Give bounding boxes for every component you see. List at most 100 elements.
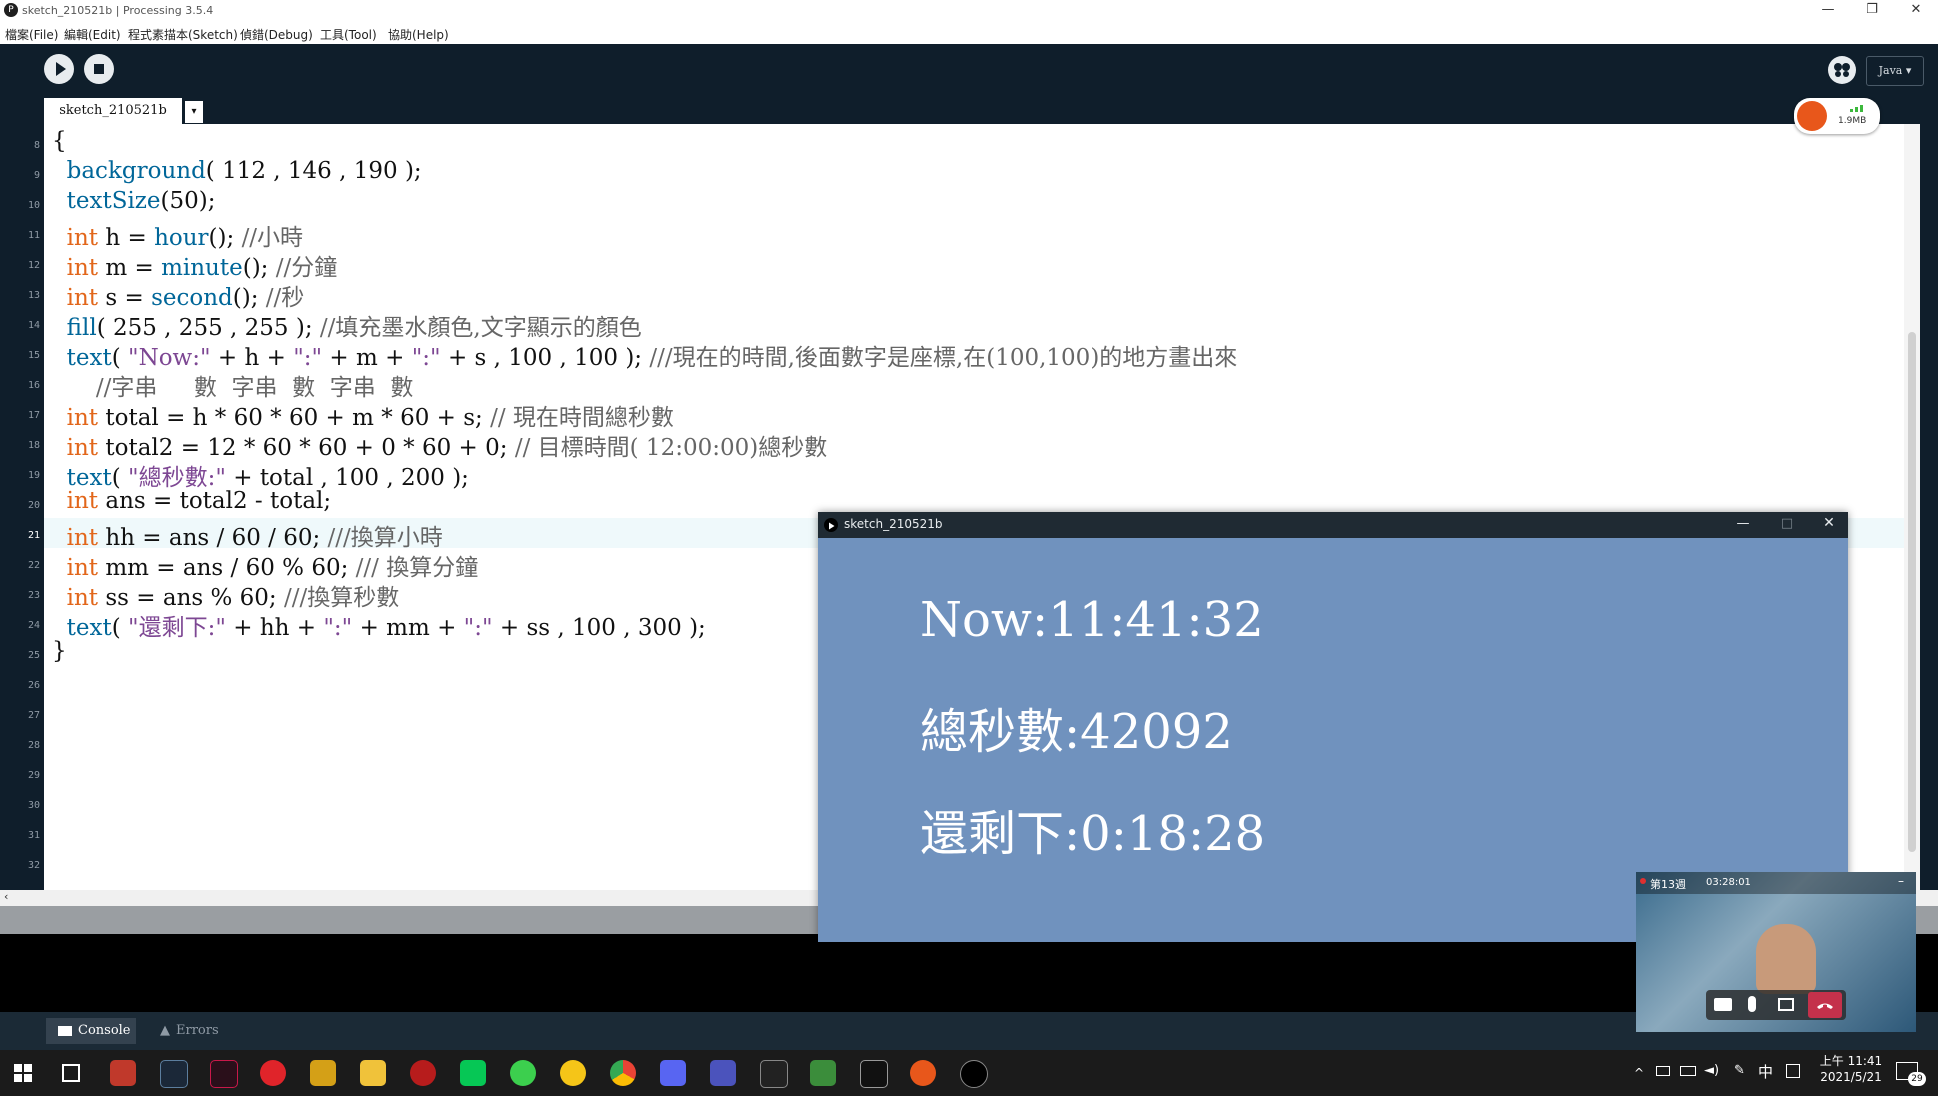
video-call-overlay[interactable]: 第13週 03:28:01 – <box>1636 872 1916 1032</box>
volume-icon[interactable]: ◄) <box>1704 1063 1719 1078</box>
menu-tool[interactable]: 工具(Tool) <box>320 26 377 43</box>
clock-time[interactable]: 上午 11:41 <box>1816 1052 1886 1069</box>
line-number: 10 <box>27 200 40 211</box>
participant-video <box>1756 924 1816 994</box>
debugger-button[interactable] <box>1828 56 1856 84</box>
menu-help[interactable]: 協助(Help) <box>388 26 449 43</box>
phone-hangup-icon <box>1817 1003 1833 1009</box>
steam-icon[interactable] <box>160 1060 188 1088</box>
line-number: 32 <box>27 860 40 871</box>
line-number: 17 <box>27 410 40 421</box>
close-button[interactable]: ✕ <box>1894 0 1938 22</box>
discord-icon[interactable] <box>660 1060 686 1086</box>
line-number: 16 <box>27 380 40 391</box>
yellow-app-icon[interactable] <box>560 1060 586 1086</box>
tab-console[interactable]: Console <box>46 1018 136 1044</box>
camera-off-icon[interactable] <box>1714 998 1732 1011</box>
processing-icon[interactable] <box>760 1060 788 1088</box>
line-number: 22 <box>27 560 40 571</box>
recording-dot-icon <box>1640 878 1646 884</box>
signal-bars-icon <box>1850 104 1868 112</box>
scrollbar-thumb[interactable] <box>1908 332 1916 852</box>
hang-up-button[interactable] <box>1808 992 1842 1018</box>
line-number: 19 <box>27 470 40 481</box>
tab-errors[interactable]: ▲ Errors <box>160 1018 240 1044</box>
menu-debug[interactable]: 偵錯(Debug) <box>240 26 313 43</box>
line-number-gutter: 8 9 10 11 12 13 14 15 16 17 18 19 20 21 … <box>0 124 44 890</box>
game-app-icon[interactable] <box>310 1060 336 1086</box>
menu-sketch[interactable]: 程式素描本(Sketch) <box>128 26 238 43</box>
line-number: 11 <box>27 230 40 241</box>
butterfly-icon <box>1834 63 1850 77</box>
toolbar: Java ▾ <box>0 44 1938 100</box>
line-number: 20 <box>27 500 40 511</box>
tab-menu-arrow[interactable]: ▾ <box>185 101 203 123</box>
speed-app-icon[interactable] <box>910 1060 936 1086</box>
chrome-icon[interactable] <box>610 1060 636 1086</box>
code-line: int m = minute(); //分鐘 <box>66 255 338 281</box>
run-button[interactable] <box>44 54 74 84</box>
code-line: int total2 = 12 * 60 * 60 + 0 * 60 + 0; … <box>66 435 828 461</box>
stop-icon <box>94 64 104 74</box>
video-minimize-button[interactable]: – <box>1898 874 1904 888</box>
racing-app-icon[interactable] <box>110 1060 136 1086</box>
battery-icon[interactable] <box>1680 1066 1696 1076</box>
line-icon[interactable] <box>460 1060 486 1086</box>
file-explorer-icon[interactable] <box>360 1060 386 1086</box>
ime-indicator[interactable]: 中 <box>1758 1061 1773 1082</box>
code-line: int total = h * 60 * 60 + m * 60 + s; //… <box>66 405 674 431</box>
code-line: } <box>52 638 67 664</box>
processing-app-icon: P <box>4 3 18 17</box>
scroll-left-icon[interactable]: ‹ <box>4 890 8 903</box>
menu-edit[interactable]: 編輯(Edit) <box>64 26 121 43</box>
sketch-window-title: sketch_210521b <box>844 517 943 531</box>
speed-meter-icon <box>1797 101 1827 131</box>
vivaldi-icon[interactable] <box>210 1060 238 1088</box>
code-app-icon[interactable] <box>860 1060 888 1088</box>
wechat-icon[interactable] <box>510 1060 536 1086</box>
line-number: 13 <box>27 290 40 301</box>
code-line: int ss = ans % 60; ///換算秒數 <box>66 585 400 611</box>
minimize-button[interactable]: — <box>1806 0 1850 22</box>
notification-badge: 29 <box>1908 1072 1926 1086</box>
sketch-running-icon[interactable] <box>960 1060 988 1088</box>
pen-icon[interactable]: ✎ <box>1734 1063 1745 1078</box>
netease-music-icon[interactable] <box>260 1060 286 1086</box>
sketch-now-text: Now:11:41:32 <box>920 592 1264 648</box>
line-number: 14 <box>27 320 40 331</box>
warning-icon: ▲ <box>160 1023 170 1038</box>
red-app-icon[interactable] <box>410 1060 436 1086</box>
line-number-current: 21 <box>27 530 40 541</box>
tray-overflow-icon[interactable]: ^ <box>1634 1066 1644 1080</box>
code-line: { <box>52 128 67 154</box>
line-number: 27 <box>27 710 40 721</box>
sketch-close-button[interactable]: ✕ <box>1814 515 1844 531</box>
stop-button[interactable] <box>84 54 114 84</box>
restore-button[interactable]: ❐ <box>1850 0 1894 22</box>
tab-sketch[interactable]: sketch_210521b <box>44 98 182 124</box>
teams-icon[interactable] <box>710 1060 736 1086</box>
sketch-maximize-button[interactable]: □ <box>1772 516 1802 531</box>
share-screen-icon[interactable] <box>1778 998 1794 1011</box>
keyboard-icon[interactable] <box>1786 1064 1800 1078</box>
line-number: 23 <box>27 590 40 601</box>
clock-date[interactable]: 2021/5/21 <box>1816 1070 1886 1084</box>
code-line: int h = hour(); //小時 <box>66 225 304 251</box>
line-number: 18 <box>27 440 40 451</box>
code-line: int s = second(); //秒 <box>66 285 305 311</box>
editor-vertical-scrollbar[interactable] <box>1904 124 1920 914</box>
notepad-icon[interactable] <box>810 1060 836 1086</box>
sketch-minimize-button[interactable]: — <box>1728 516 1758 531</box>
memory-widget[interactable]: 1.9MB <box>1794 98 1880 134</box>
menu-bar: 檔案(File) 編輯(Edit) 程式素描本(Sketch) 偵錯(Debug… <box>0 22 1938 45</box>
task-view-icon[interactable] <box>62 1064 80 1082</box>
line-number: 15 <box>27 350 40 361</box>
mic-off-icon[interactable] <box>1748 996 1756 1012</box>
network-icon[interactable] <box>1656 1066 1670 1076</box>
sketch-title-bar: sketch_210521b — □ ✕ <box>818 512 1848 538</box>
windows-start-icon[interactable] <box>14 1064 32 1082</box>
menu-file[interactable]: 檔案(File) <box>5 26 58 43</box>
mode-selector[interactable]: Java ▾ <box>1866 56 1924 86</box>
code-line: text( "總秒數:" + total , 100 , 200 ); <box>66 465 469 491</box>
line-number: 9 <box>33 170 40 181</box>
